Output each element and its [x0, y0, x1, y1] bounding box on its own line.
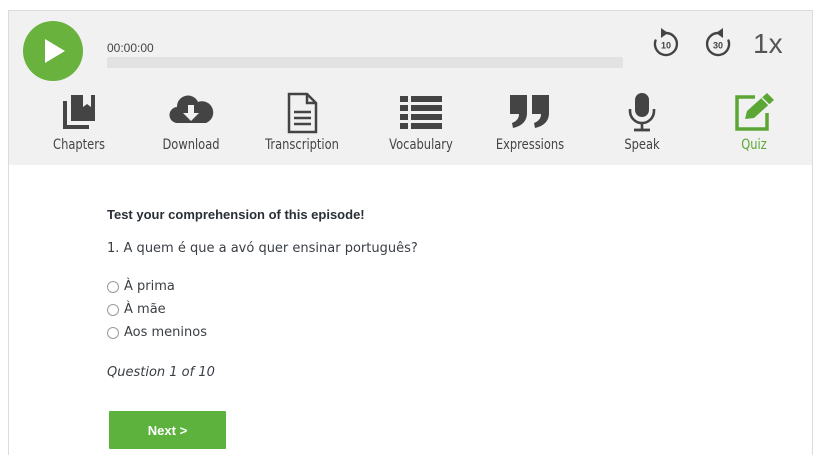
skip-back-button[interactable]: 10: [649, 27, 683, 61]
tab-expressions[interactable]: Expressions: [475, 89, 585, 165]
document-icon: [287, 92, 318, 134]
skip-forward-button[interactable]: 30: [701, 27, 735, 61]
list-icon: [400, 96, 442, 129]
audio-player-bar: 00:00:00 10 30 1x Chapters Download Tran…: [9, 11, 812, 165]
tab-bar: Chapters Download Transcription Vocabula…: [9, 89, 812, 165]
tab-vocabulary-label: Vocabulary: [389, 137, 453, 153]
tab-expressions-label: Expressions: [495, 137, 565, 153]
tab-chapters-label: Chapters: [53, 137, 105, 153]
play-icon: [45, 39, 65, 63]
question-counter: Question 1 of 10: [107, 365, 215, 380]
tab-transcription-label: Transcription: [265, 137, 339, 153]
player-frame: 00:00:00 10 30 1x Chapters Download Tran…: [8, 10, 813, 455]
rewind-icon: 10: [653, 28, 679, 57]
playback-speed[interactable]: 1x: [753, 27, 783, 61]
cloud-download-icon: [169, 95, 214, 124]
answer-option-label: Aos meninos: [124, 325, 208, 340]
answer-option-label: À prima: [124, 279, 175, 294]
tab-download[interactable]: Download: [136, 89, 246, 165]
chapters-icon: [63, 95, 95, 129]
tab-chapters[interactable]: Chapters: [24, 89, 134, 165]
radio-button[interactable]: [107, 303, 119, 316]
radio-button[interactable]: [107, 280, 119, 293]
answer-options: À prima À mãe Aos meninos: [107, 275, 207, 344]
progress-bar[interactable]: [107, 57, 623, 68]
tab-quiz[interactable]: Quiz: [699, 89, 809, 165]
quiz-question: 1. A quem é que a avó quer ensinar portu…: [107, 241, 418, 256]
tab-vocabulary[interactable]: Vocabulary: [366, 89, 476, 165]
tab-quiz-label: Quiz: [741, 137, 767, 153]
tab-speak[interactable]: Speak: [587, 89, 697, 165]
answer-option[interactable]: À prima: [107, 275, 207, 298]
answer-option[interactable]: À mãe: [107, 298, 207, 321]
next-button[interactable]: Next >: [109, 411, 226, 449]
quiz-panel: Test your comprehension of this episode!…: [9, 165, 812, 456]
skip-forward-seconds: 30: [713, 41, 723, 51]
edit-icon: [735, 93, 774, 131]
tab-speak-label: Speak: [624, 137, 660, 153]
play-button[interactable]: [23, 21, 83, 81]
microphone-icon: [628, 93, 656, 132]
fast-forward-icon: 30: [705, 28, 731, 57]
answer-option[interactable]: Aos meninos: [107, 321, 207, 344]
quiz-heading: Test your comprehension of this episode!: [107, 207, 365, 222]
radio-button[interactable]: [107, 326, 119, 339]
tab-download-label: Download: [162, 137, 220, 153]
answer-option-label: À mãe: [124, 302, 166, 317]
current-time: 00:00:00: [107, 41, 154, 55]
quote-icon: [510, 95, 549, 128]
tab-transcription[interactable]: Transcription: [247, 89, 357, 165]
skip-back-seconds: 10: [661, 41, 671, 51]
